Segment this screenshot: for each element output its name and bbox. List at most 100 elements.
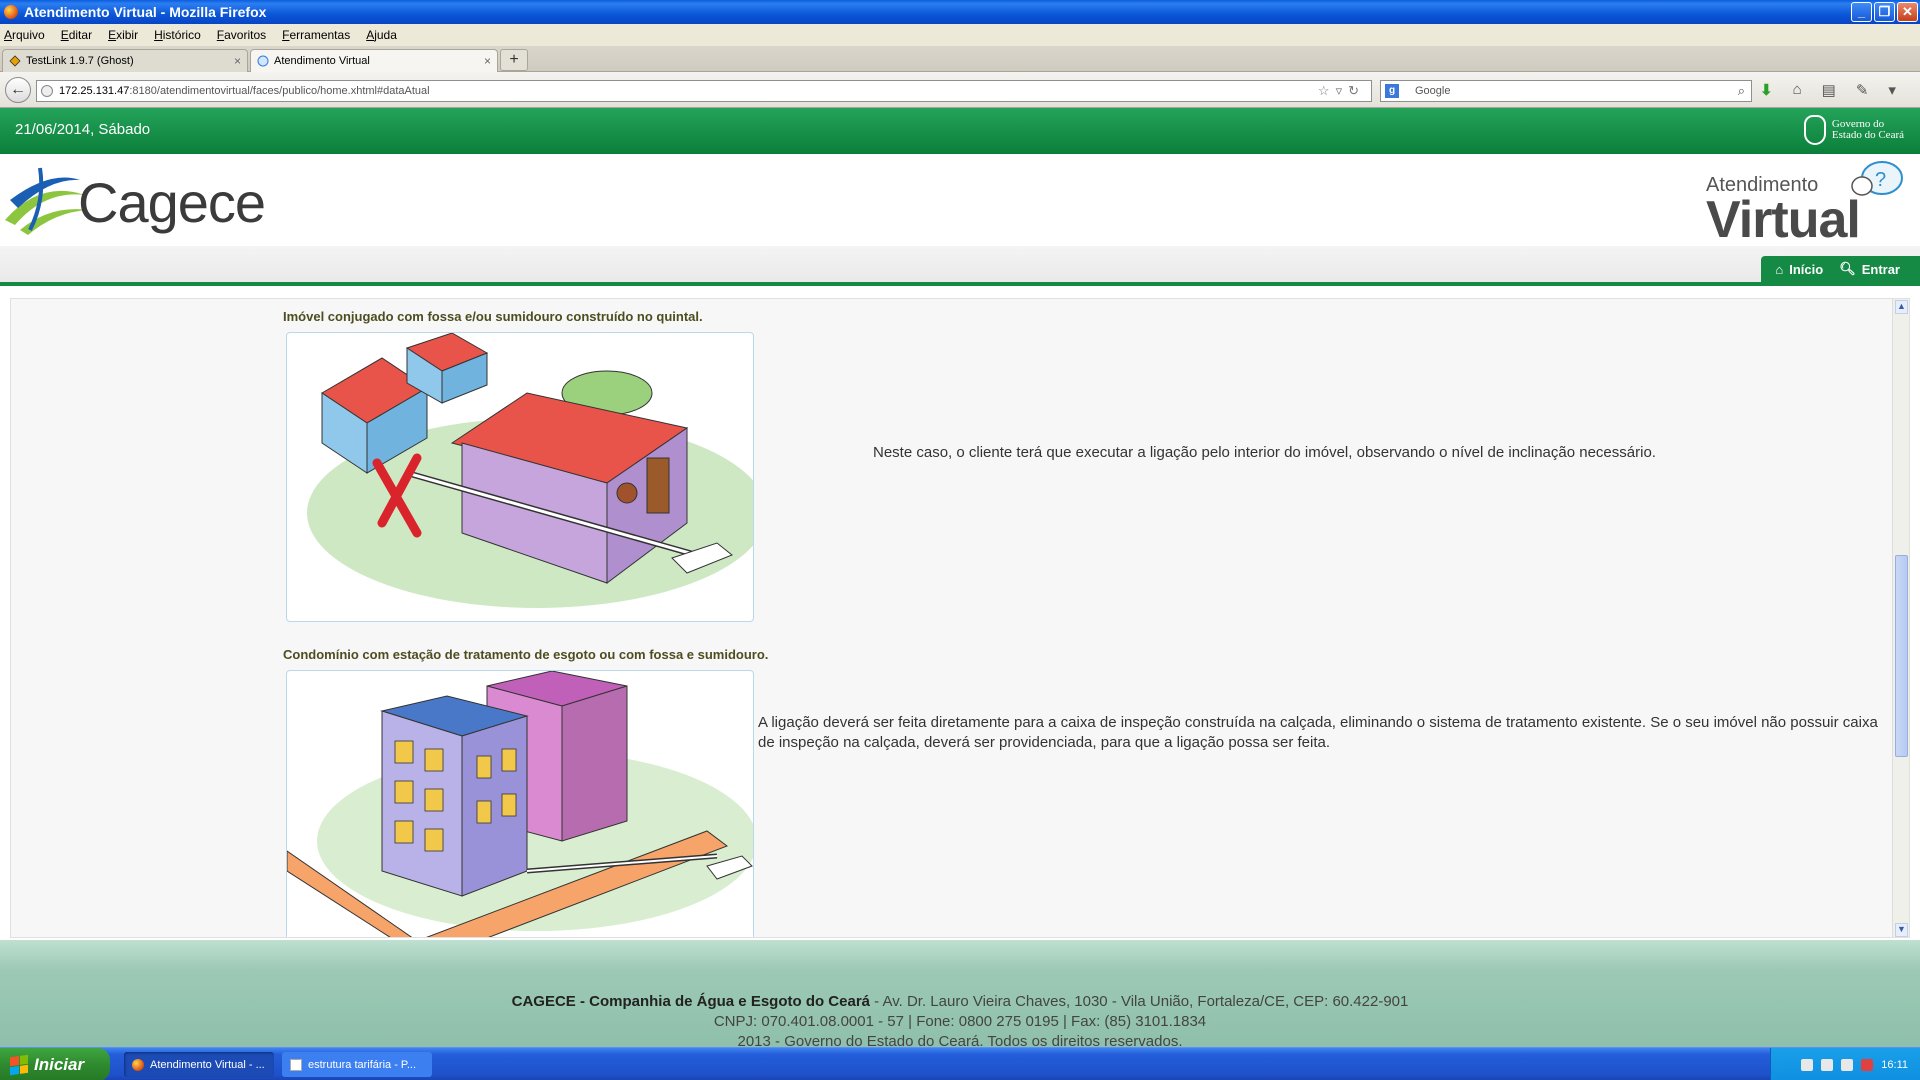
minimize-button[interactable]: _ (1851, 2, 1872, 22)
menu-bar: Arquivo Editar Exibir Histórico Favorito… (0, 24, 1920, 46)
system-tray: 16:11 (1770, 1048, 1920, 1080)
menu-ferramentas[interactable]: Ferramentas (282, 28, 350, 42)
close-button[interactable]: ✕ (1897, 2, 1918, 22)
windows-taskbar: Iniciar Atendimento Virtual - ... estrut… (0, 1047, 1920, 1080)
cagece-swoosh-icon (5, 167, 88, 235)
menu-ajuda[interactable]: Ajuda (366, 28, 397, 42)
tab-testlink[interactable]: TestLink 1.9.7 (Ghost) × (2, 49, 248, 72)
web-page: 21/06/2014, Sábado Governo do Estado do … (0, 108, 1920, 1047)
page-icon (257, 55, 269, 67)
site-menu: ⌂ Início 🔍︎ Entrar (1761, 256, 1920, 282)
top-green-bar: 21/06/2014, Sábado Governo do Estado do … (0, 108, 1920, 154)
footer-company: CAGECE - Companhia de Água e Esgoto do C… (511, 993, 871, 1010)
content-scrollbar[interactable]: ▲ ▼ (1892, 299, 1909, 937)
taskbar-firefox[interactable]: Atendimento Virtual - ... (124, 1052, 274, 1077)
section-1-description: Neste caso, o cliente terá que executar … (873, 444, 1656, 461)
speech-bubble-icon: ? (1851, 161, 1903, 196)
url-host: 172.25.131.47 (59, 85, 130, 97)
network-icon[interactable] (1821, 1058, 1834, 1071)
key-icon: 🔍︎ (1839, 261, 1856, 276)
volume-icon[interactable] (1841, 1058, 1854, 1071)
house-septic-illustration (307, 333, 753, 608)
atendimento-virtual-logo: Atendimento Virtual ? (1706, 160, 1906, 249)
bookmark-reload-icons[interactable]: ☆▿↻ (1318, 83, 1365, 99)
logo-wordmark: Cagece (78, 171, 266, 234)
navigation-bar: ← 172.25.131.47:8180/atendimentovirtual/… (0, 72, 1920, 108)
windows-logo-icon (10, 1054, 28, 1075)
security-icon[interactable] (1861, 1058, 1874, 1071)
window-controls: _ ❐ ✕ (1851, 2, 1918, 22)
restore-button[interactable]: ❐ (1874, 2, 1895, 22)
menu-exibir[interactable]: Exibir (108, 28, 138, 42)
clock[interactable]: 16:11 (1881, 1059, 1908, 1071)
firefox-icon (132, 1058, 144, 1071)
condominium-illustration (287, 671, 753, 937)
taskbar-label: estrutura tarifária - P... (308, 1058, 417, 1071)
nav-underline (0, 282, 1920, 286)
government-logo: Governo do Estado do Ceará (1803, 115, 1904, 145)
section-2-illustration (286, 670, 754, 937)
taskbar-document[interactable]: estrutura tarifária - P... (282, 1052, 432, 1077)
search-placeholder: Google (1415, 85, 1451, 97)
site-header: Cagece Atendimento Virtual ? (0, 154, 1920, 249)
menu-editar[interactable]: Editar (61, 28, 92, 42)
nav-entrar[interactable]: 🔍︎ Entrar (1839, 261, 1900, 277)
svg-text:?: ? (1875, 169, 1886, 191)
home-icon[interactable]: ⌂ (1793, 81, 1802, 99)
cagece-logo[interactable]: Cagece (0, 160, 266, 240)
home-icon: ⌂ (1775, 261, 1784, 277)
toolbar-icons: ⬇ ⌂ ▤ ✎ ▾ (1760, 81, 1896, 99)
scroll-thumb[interactable] (1895, 555, 1908, 757)
gov-line-2: Estado do Ceará (1831, 129, 1904, 141)
taskbar-label: Atendimento Virtual - ... (150, 1058, 265, 1071)
section-1-title: Imóvel conjugado com fossa e/ou sumidour… (283, 309, 703, 324)
tab-label: TestLink 1.9.7 (Ghost) (26, 55, 134, 67)
state-seal-icon (1803, 115, 1826, 145)
footer-line-3: 2013 - Governo do Estado do Ceará. Todos… (737, 1033, 1183, 1047)
section-2-title: Condomínio com estação de tratamento de … (283, 647, 769, 662)
help-icon[interactable] (1801, 1058, 1814, 1071)
menu-favoritos[interactable]: Favoritos (217, 28, 266, 42)
download-icon[interactable]: ⬇ (1760, 81, 1773, 99)
menu-arquivo[interactable]: Arquivo (4, 28, 45, 42)
section-2-description: A ligação deverá ser feita diretamente p… (758, 714, 1878, 751)
footer-address: - Av. Dr. Lauro Vieira Chaves, 1030 - Vi… (870, 993, 1409, 1010)
start-button[interactable]: Iniciar (0, 1048, 110, 1080)
tab-close-icon[interactable]: × (234, 54, 241, 68)
nav-inicio-label: Início (1789, 261, 1824, 277)
site-nav-bar: ⌂ Início 🔍︎ Entrar (0, 246, 1920, 286)
current-date: 21/06/2014, Sábado (15, 121, 151, 138)
firefox-icon (4, 5, 18, 19)
document-icon (290, 1058, 302, 1071)
site-footer: CAGECE - Companhia de Água e Esgoto do C… (0, 940, 1920, 1047)
section-1-illustration (286, 332, 754, 622)
window-titlebar: Atendimento Virtual - Mozilla Firefox _ … (0, 0, 1920, 24)
menu-historico[interactable]: Histórico (154, 28, 201, 42)
nav-entrar-label: Entrar (1861, 261, 1900, 277)
testlink-icon (9, 55, 21, 67)
tab-close-icon[interactable]: × (484, 54, 491, 68)
nav-inicio[interactable]: ⌂ Início (1775, 262, 1823, 277)
new-tab-button[interactable]: + (500, 49, 528, 71)
library-icon[interactable]: ▤ (1822, 81, 1836, 99)
scroll-down-icon[interactable]: ▼ (1895, 923, 1908, 937)
content-panel: Imóvel conjugado com fossa e/ou sumidour… (10, 298, 1910, 938)
menu-icon[interactable]: ▾ (1888, 81, 1896, 99)
search-bar[interactable]: g Google ⌕ (1380, 80, 1752, 102)
scroll-up-icon[interactable]: ▲ (1895, 300, 1908, 314)
tab-label: Atendimento Virtual (274, 55, 370, 67)
tab-atendimento[interactable]: Atendimento Virtual × (250, 49, 498, 72)
av-line-2: Virtual (1706, 191, 1861, 249)
footer-line-2: CNPJ: 070.401.08.0001 - 57 | Fone: 0800 … (713, 1013, 1207, 1030)
footer-line-1: CAGECE - Companhia de Água e Esgoto do C… (0, 992, 1920, 1012)
url-bar[interactable]: 172.25.131.47:8180/atendimentovirtual/fa… (36, 80, 1372, 102)
url-path: :8180/atendimentovirtual/faces/publico/h… (129, 85, 430, 97)
search-engine-icon[interactable]: g (1385, 84, 1399, 98)
site-identity-icon[interactable] (41, 85, 53, 97)
start-label: Iniciar (34, 1054, 85, 1074)
window-title: Atendimento Virtual - Mozilla Firefox (24, 4, 267, 20)
back-button[interactable]: ← (5, 77, 31, 103)
search-icon[interactable]: ⌕ (1738, 83, 1745, 99)
addons-icon[interactable]: ✎ (1856, 81, 1869, 99)
tab-bar: TestLink 1.9.7 (Ghost) × Atendimento Vir… (0, 46, 1920, 72)
